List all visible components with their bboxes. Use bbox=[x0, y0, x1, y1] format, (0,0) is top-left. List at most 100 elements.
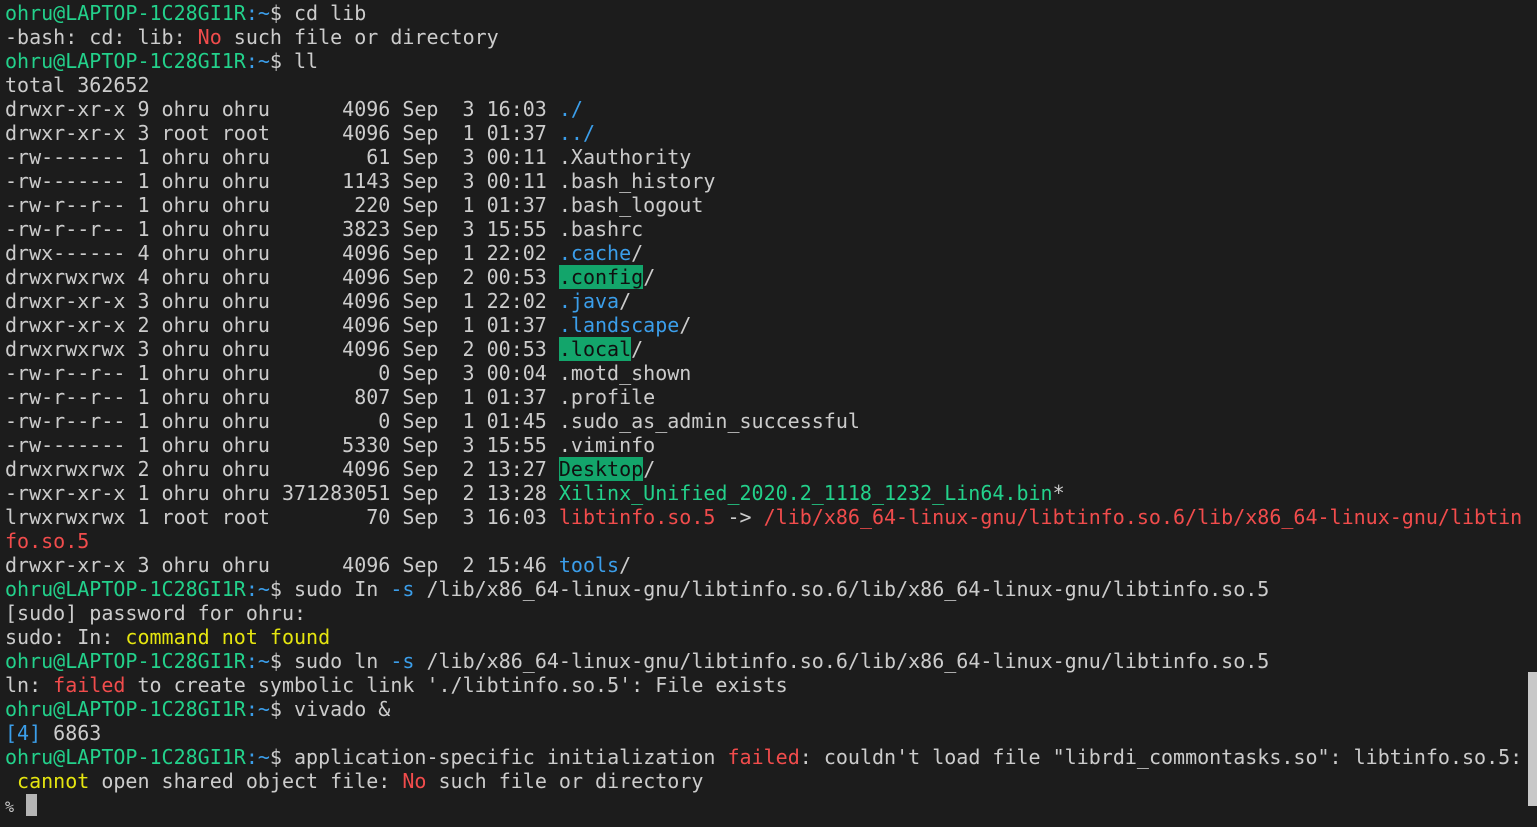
output-line: drwxrwxrwx 2 ohru ohru 4096 Sep 2 13:27 … bbox=[5, 457, 1525, 481]
text-segment: -rw------- 1 ohru ohru 61 Sep 3 00:11 .X… bbox=[5, 145, 692, 169]
text-segment: failed bbox=[727, 745, 800, 769]
prompt-path: :~ bbox=[245, 577, 270, 601]
text-segment bbox=[14, 793, 26, 817]
output-line: % bbox=[5, 793, 1525, 817]
text-segment: drwxr-xr-x 3 ohru ohru 4096 Sep 2 15:46 bbox=[5, 553, 559, 577]
prompt-path: :~ bbox=[245, 745, 270, 769]
prompt-symbol: $ bbox=[269, 1, 295, 25]
text-segment: drwxrwxrwx 4 ohru ohru 4096 Sep 2 00:53 bbox=[5, 265, 559, 289]
output-line: -rwxr-xr-x 1 ohru ohru 371283051 Sep 2 1… bbox=[5, 481, 1525, 505]
text-segment: /lib/x86_64-linux-gnu/libtinfo.so.6/lib/… bbox=[414, 649, 1270, 673]
text-segment: -rw-r--r-- 1 ohru ohru 0 Sep 1 01:45 .su… bbox=[5, 409, 860, 433]
output-line: drwxr-xr-x 3 ohru ohru 4096 Sep 2 15:46 … bbox=[5, 553, 1525, 577]
prompt-line: ohru@LAPTOP-1C28GI1R:~$ ll bbox=[5, 49, 1525, 73]
prompt-user-host: ohru@LAPTOP-1C28GI1R bbox=[5, 49, 246, 73]
text-segment: -> bbox=[715, 505, 764, 529]
prompt-path: :~ bbox=[245, 1, 270, 25]
text-segment: command not found bbox=[125, 625, 331, 649]
scrollbar[interactable] bbox=[1527, 0, 1537, 827]
text-segment: lrwxrwxrwx 1 root root 70 Sep 3 16:03 bbox=[5, 505, 559, 529]
text-segment: tools bbox=[558, 553, 620, 577]
text-segment: sudo In bbox=[294, 577, 391, 601]
prompt-symbol: $ bbox=[269, 649, 295, 673]
text-segment: .local bbox=[558, 337, 632, 361]
text-segment: drwxrwxrwx 2 ohru ohru 4096 Sep 2 13:27 bbox=[5, 457, 559, 481]
text-segment: -rwxr-xr-x 1 ohru ohru 371283051 Sep 2 1… bbox=[5, 481, 559, 505]
scrollbar-thumb[interactable] bbox=[1528, 672, 1537, 806]
output-line: drwx------ 4 ohru ohru 4096 Sep 1 22:02 … bbox=[5, 241, 1525, 265]
output-line: drwxrwxrwx 3 ohru ohru 4096 Sep 2 00:53 … bbox=[5, 337, 1525, 361]
text-segment: / bbox=[619, 289, 632, 313]
prompt-path: :~ bbox=[245, 697, 270, 721]
prompt-line: ohru@LAPTOP-1C28GI1R:~$ cd lib bbox=[5, 1, 1525, 25]
text-segment: [4] bbox=[5, 721, 42, 745]
text-segment: [sudo] password for ohru: bbox=[5, 601, 307, 625]
text-segment: libtinfo.so.5 bbox=[558, 505, 716, 529]
prompt-user-host: ohru@LAPTOP-1C28GI1R bbox=[5, 1, 246, 25]
text-segment: drwxr-xr-x 9 ohru ohru 4096 Sep 3 16:03 bbox=[5, 97, 559, 121]
prompt-user-host: ohru@LAPTOP-1C28GI1R bbox=[5, 649, 246, 673]
text-segment: % bbox=[5, 798, 15, 816]
text-segment: such file or directory bbox=[221, 25, 499, 49]
text-segment: drwx------ 4 ohru ohru 4096 Sep 1 22:02 bbox=[5, 241, 559, 265]
output-line: drwxrwxrwx 4 ohru ohru 4096 Sep 2 00:53 … bbox=[5, 265, 1525, 289]
output-line: -rw-r--r-- 1 ohru ohru 0 Sep 1 01:45 .su… bbox=[5, 409, 1525, 433]
text-segment: .landscape bbox=[558, 313, 680, 337]
output-line: -rw-r--r-- 1 ohru ohru 220 Sep 1 01:37 .… bbox=[5, 193, 1525, 217]
text-segment: -rw------- 1 ohru ohru 1143 Sep 3 00:11 … bbox=[5, 169, 716, 193]
output-line: [4] 6863 bbox=[5, 721, 1525, 745]
prompt-line: ohru@LAPTOP-1C28GI1R:~$ vivado & bbox=[5, 697, 1525, 721]
output-line: total 362652 bbox=[5, 73, 1525, 97]
output-line: -rw-r--r-- 1 ohru ohru 3823 Sep 3 15:55 … bbox=[5, 217, 1525, 241]
text-segment: drwxr-xr-x 2 ohru ohru 4096 Sep 1 01:37 bbox=[5, 313, 559, 337]
text-segment: -rw-r--r-- 1 ohru ohru 0 Sep 3 00:04 .mo… bbox=[5, 361, 692, 385]
text-segment: .config bbox=[558, 265, 644, 289]
text-segment: .cache bbox=[558, 241, 632, 265]
prompt-user-host: ohru@LAPTOP-1C28GI1R bbox=[5, 745, 246, 769]
prompt-user-host: ohru@LAPTOP-1C28GI1R bbox=[5, 577, 246, 601]
text-segment: / bbox=[631, 241, 644, 265]
output-line: drwxr-xr-x 2 ohru ohru 4096 Sep 1 01:37 … bbox=[5, 313, 1525, 337]
text-segment: : couldn't load file "librdi_commontasks… bbox=[799, 745, 1523, 769]
output-line: -rw------- 1 ohru ohru 61 Sep 3 00:11 .X… bbox=[5, 145, 1525, 169]
text-segment: -s bbox=[390, 649, 415, 673]
text-segment: cannot bbox=[17, 769, 90, 793]
text-segment: -rw-r--r-- 1 ohru ohru 3823 Sep 3 15:55 … bbox=[5, 217, 644, 241]
text-segment: / bbox=[631, 337, 644, 361]
text-segment: drwxr-xr-x 3 ohru ohru 4096 Sep 1 22:02 bbox=[5, 289, 559, 313]
text-segment: fo.so.5 bbox=[5, 529, 90, 553]
text-segment: ln: bbox=[5, 673, 54, 697]
output-line: -rw-r--r-- 1 ohru ohru 0 Sep 3 00:04 .mo… bbox=[5, 361, 1525, 385]
text-segment: No bbox=[197, 25, 222, 49]
output-line: drwxr-xr-x 9 ohru ohru 4096 Sep 3 16:03 … bbox=[5, 97, 1525, 121]
text-segment: total 362652 bbox=[5, 73, 150, 97]
output-line: [sudo] password for ohru: bbox=[5, 601, 1525, 625]
text-segment: cd lib bbox=[294, 1, 367, 25]
text-segment: / bbox=[643, 265, 656, 289]
cursor[interactable] bbox=[26, 794, 38, 816]
text-segment: 6863 bbox=[41, 721, 102, 745]
text-segment: -s bbox=[390, 577, 415, 601]
text-segment: ../ bbox=[558, 121, 596, 145]
text-segment: sudo ln bbox=[294, 649, 391, 673]
text-segment: vivado & bbox=[294, 697, 391, 721]
text-segment bbox=[5, 769, 17, 793]
prompt-symbol: $ bbox=[269, 577, 295, 601]
terminal-output[interactable]: ohru@LAPTOP-1C28GI1R:~$ cd lib -bash: cd:… bbox=[5, 1, 1525, 817]
text-segment: drwxr-xr-x 3 root root 4096 Sep 1 01:37 bbox=[5, 121, 559, 145]
text-segment: sudo: In: bbox=[5, 625, 126, 649]
text-segment: -rw------- 1 ohru ohru 5330 Sep 3 15:55 … bbox=[5, 433, 656, 457]
text-segment: .java bbox=[558, 289, 620, 313]
text-segment: / bbox=[619, 553, 632, 577]
text-segment: -rw-r--r-- 1 ohru ohru 807 Sep 1 01:37 .… bbox=[5, 385, 656, 409]
output-line: lrwxrwxrwx 1 root root 70 Sep 3 16:03 li… bbox=[5, 505, 1525, 529]
prompt-line: ohru@LAPTOP-1C28GI1R:~$ application-spec… bbox=[5, 745, 1525, 769]
text-segment: / bbox=[679, 313, 692, 337]
text-segment: failed bbox=[53, 673, 126, 697]
text-segment: Xilinx_Unified_2020.2_1118_1232_Lin64.bi… bbox=[558, 481, 1053, 505]
text-segment: to create symbolic link './libtinfo.so.5… bbox=[125, 673, 788, 697]
output-line: -bash: cd: lib: No such file or director… bbox=[5, 25, 1525, 49]
output-line: sudo: In: command not found bbox=[5, 625, 1525, 649]
text-segment: * bbox=[1052, 481, 1065, 505]
text-segment: -rw-r--r-- 1 ohru ohru 220 Sep 1 01:37 .… bbox=[5, 193, 704, 217]
